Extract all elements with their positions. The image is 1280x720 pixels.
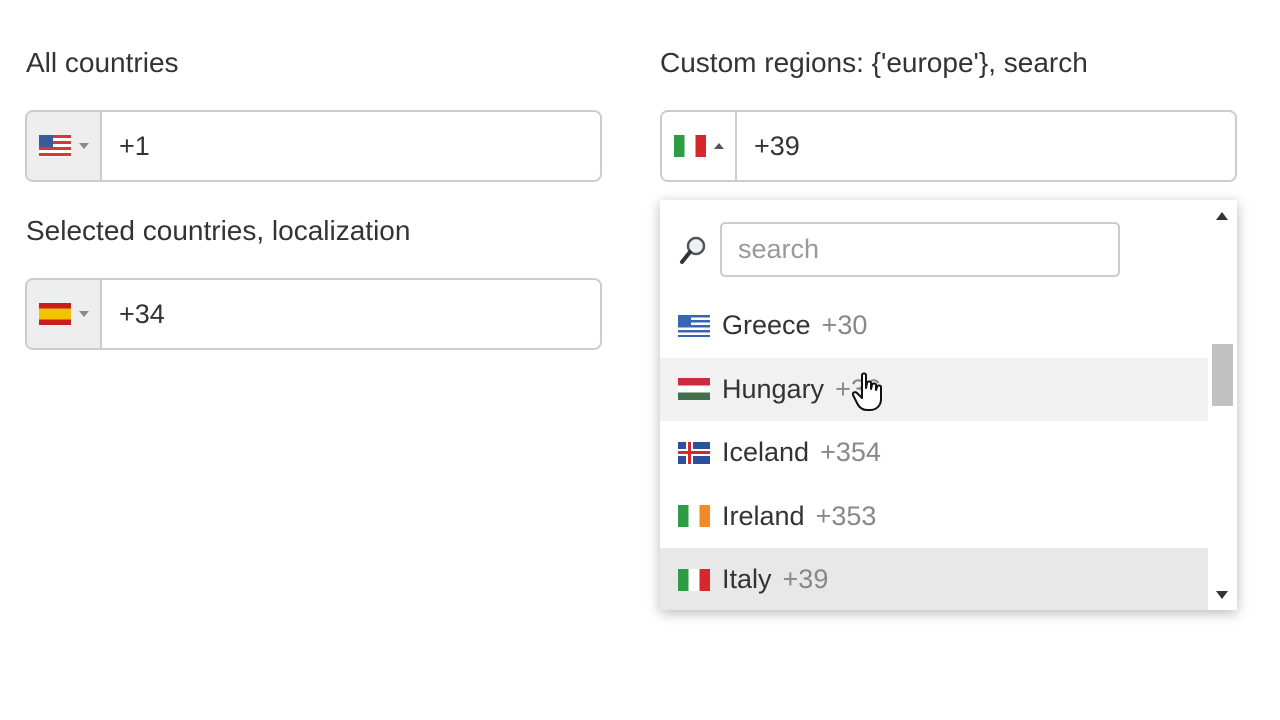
- all-countries-phone-field: [25, 110, 602, 182]
- dial-code: +354: [820, 437, 881, 468]
- country-item-ireland[interactable]: Ireland +353: [660, 485, 1208, 549]
- country-name: Iceland: [722, 437, 810, 468]
- dial-code: +39: [782, 564, 829, 595]
- country-name: Ireland: [722, 500, 805, 531]
- scrollbar-thumb[interactable]: [1212, 344, 1233, 406]
- country-name: Hungary: [722, 373, 825, 404]
- hu-flag-icon: [678, 378, 710, 401]
- selected-countries-phone-field: [25, 278, 602, 350]
- country-item-hungary[interactable]: Hungary +36: [660, 357, 1208, 421]
- country-item-iceland[interactable]: Iceland +354: [660, 421, 1208, 485]
- custom-regions-phone-input[interactable]: [737, 112, 1235, 180]
- dial-code: +36: [835, 373, 881, 404]
- ie-flag-icon: [678, 505, 710, 528]
- custom-regions-phone-field: [660, 110, 1237, 182]
- country-item-greece[interactable]: Greece +30: [660, 294, 1208, 358]
- custom-regions-flag-dropdown[interactable]: [662, 112, 737, 180]
- dial-code: +30: [821, 310, 868, 341]
- all-countries-phone-input[interactable]: [102, 112, 600, 180]
- gr-flag-icon: [678, 314, 710, 337]
- us-flag-icon: [38, 135, 71, 157]
- magnifier-icon: [680, 236, 706, 264]
- country-item-italy[interactable]: Italy +39: [660, 548, 1208, 610]
- country-name: Italy: [722, 564, 772, 595]
- scroll-up-arrow-icon[interactable]: [1216, 212, 1228, 220]
- dropdown-scrollbar[interactable]: [1208, 200, 1237, 610]
- is-flag-icon: [678, 441, 710, 464]
- caret-down-icon: [78, 143, 89, 149]
- selected-countries-flag-dropdown[interactable]: [27, 280, 102, 348]
- selected-countries-label: Selected countries, localization: [26, 215, 411, 246]
- country-search-input[interactable]: [720, 222, 1120, 277]
- caret-down-icon: [78, 311, 89, 317]
- all-countries-label: All countries: [26, 47, 179, 78]
- caret-up-icon: [713, 143, 724, 149]
- country-name: Greece: [722, 310, 811, 341]
- all-countries-flag-dropdown[interactable]: [27, 112, 102, 180]
- country-list: Greece +30 Hungary +36 Iceland +354 Irel…: [660, 294, 1208, 610]
- country-search-row: [660, 200, 1208, 294]
- scroll-down-arrow-icon[interactable]: [1216, 591, 1228, 599]
- dial-code: +353: [815, 500, 877, 531]
- country-dropdown: Greece +30 Hungary +36 Iceland +354 Irel…: [660, 200, 1237, 610]
- custom-regions-label: Custom regions: {'europe'}, search: [660, 47, 1088, 78]
- it-flag-icon: [678, 568, 710, 591]
- it-flag-icon: [673, 135, 706, 157]
- selected-countries-phone-input[interactable]: [102, 280, 600, 348]
- es-flag-icon: [38, 303, 71, 325]
